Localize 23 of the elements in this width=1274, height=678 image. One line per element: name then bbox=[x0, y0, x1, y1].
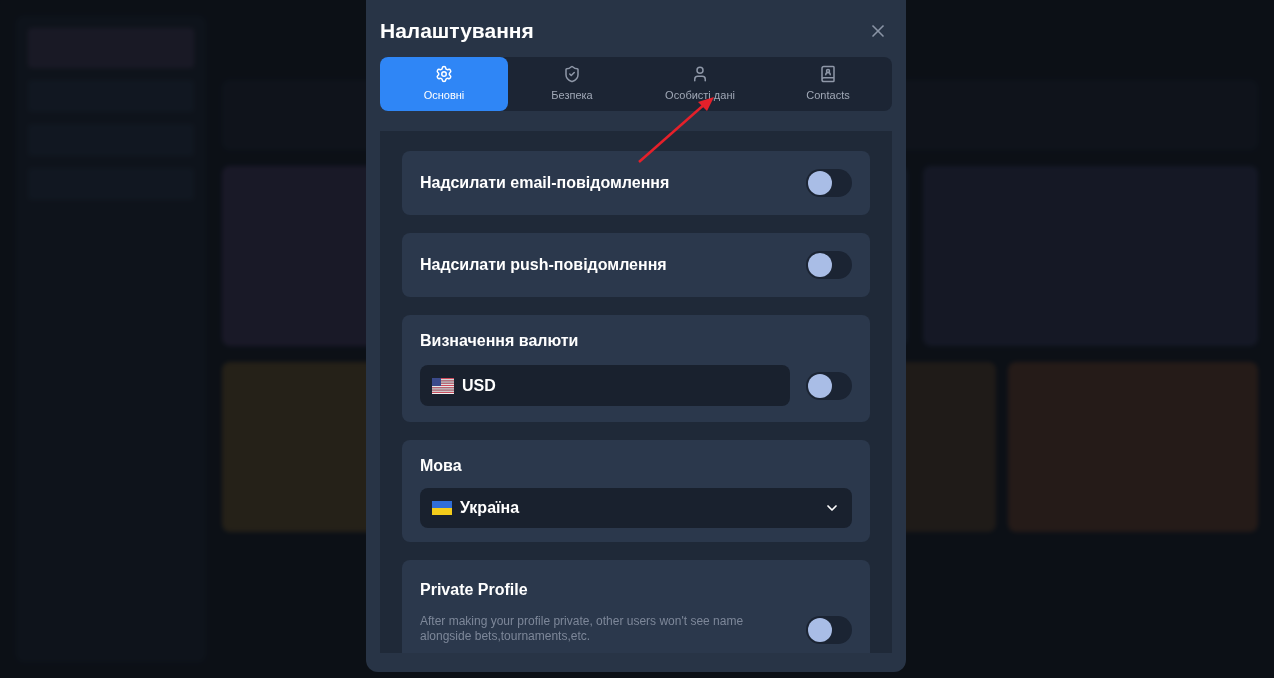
ukraine-flag-icon bbox=[432, 501, 452, 515]
currency-field[interactable]: USD bbox=[420, 365, 790, 406]
setting-label: Надсилати email-повідомлення bbox=[420, 173, 670, 193]
dialog-title: Налаштування bbox=[380, 17, 534, 44]
tab[interactable]: Contacts bbox=[764, 57, 892, 111]
us-flag-icon bbox=[432, 377, 454, 394]
contact-book-icon bbox=[819, 64, 837, 83]
setting-label: Private Profile bbox=[420, 580, 529, 600]
toggle-switch[interactable] bbox=[806, 616, 852, 644]
setting-label: Визначення валюти bbox=[420, 331, 580, 351]
shield-icon bbox=[563, 64, 581, 83]
language-dropdown[interactable]: Україна bbox=[420, 488, 852, 528]
tab[interactable]: Особисті дані bbox=[636, 57, 764, 111]
setting-label: Надсилати push-повідомлення bbox=[420, 255, 667, 275]
toggle-switch[interactable] bbox=[806, 169, 852, 197]
setting-description: After making your profile private, other users won't see name alongside bets,tournaments,etc. bbox=[420, 614, 745, 644]
tab[interactable]: Основні bbox=[380, 57, 508, 111]
toggle-switch[interactable] bbox=[806, 371, 852, 400]
setting-label: Мова bbox=[420, 456, 463, 476]
toggle-switch[interactable] bbox=[806, 251, 852, 279]
gear-icon bbox=[435, 64, 453, 83]
tab[interactable]: Безпека bbox=[508, 57, 636, 111]
person-icon bbox=[691, 64, 709, 83]
